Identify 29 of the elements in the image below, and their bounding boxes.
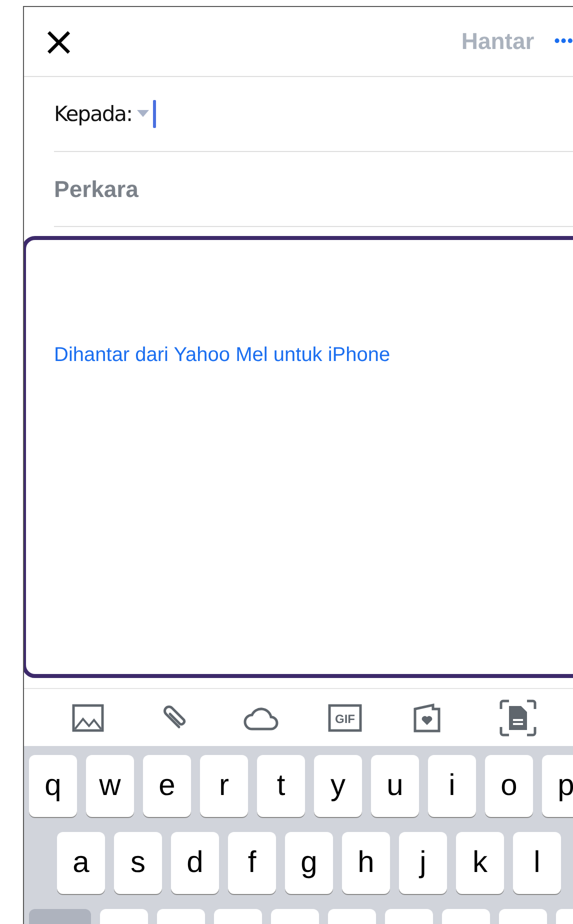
keyboard-key[interactable]: j xyxy=(399,832,447,894)
keyboard-key[interactable]: t xyxy=(257,755,305,817)
keyboard-key[interactable]: o xyxy=(485,755,533,817)
keyboard-key[interactable]: p xyxy=(542,755,573,817)
signature-text: Dihantar dari Yahoo Mel untuk iPhone xyxy=(54,344,390,366)
image-icon[interactable] xyxy=(72,704,104,732)
keyboard-key[interactable]: u xyxy=(371,755,419,817)
keyboard-key[interactable]: s xyxy=(114,832,162,894)
keyboard-key[interactable]: f xyxy=(228,832,276,894)
close-button[interactable]: × xyxy=(42,22,76,62)
document-scan-icon[interactable] xyxy=(498,698,537,736)
keyboard-key[interactable]: i xyxy=(428,755,476,817)
greeting-card-icon[interactable] xyxy=(413,702,442,732)
keyboard-key[interactable]: l xyxy=(513,832,561,894)
keyboard-key[interactable]: q xyxy=(29,755,77,817)
message-body-field[interactable]: Dihantar dari Yahoo Mel untuk iPhone xyxy=(24,236,573,678)
keyboard-key[interactable]: g xyxy=(285,832,333,894)
keyboard-key[interactable]: w xyxy=(86,755,134,817)
gif-icon[interactable]: GIF xyxy=(328,704,362,732)
keyboard-key[interactable]: y xyxy=(314,755,362,817)
keyboard-key[interactable]: d xyxy=(171,832,219,894)
cloud-icon[interactable] xyxy=(242,704,279,730)
to-label: Kepada: xyxy=(54,102,132,126)
keyboard-key[interactable]: h xyxy=(342,832,390,894)
dropdown-icon[interactable] xyxy=(137,110,150,118)
keyboard-key[interactable]: k xyxy=(456,832,504,894)
keyboard-key[interactable]: r xyxy=(200,755,248,817)
keyboard-key[interactable]: e xyxy=(143,755,191,817)
keyboard-key[interactable]: a xyxy=(57,832,105,894)
